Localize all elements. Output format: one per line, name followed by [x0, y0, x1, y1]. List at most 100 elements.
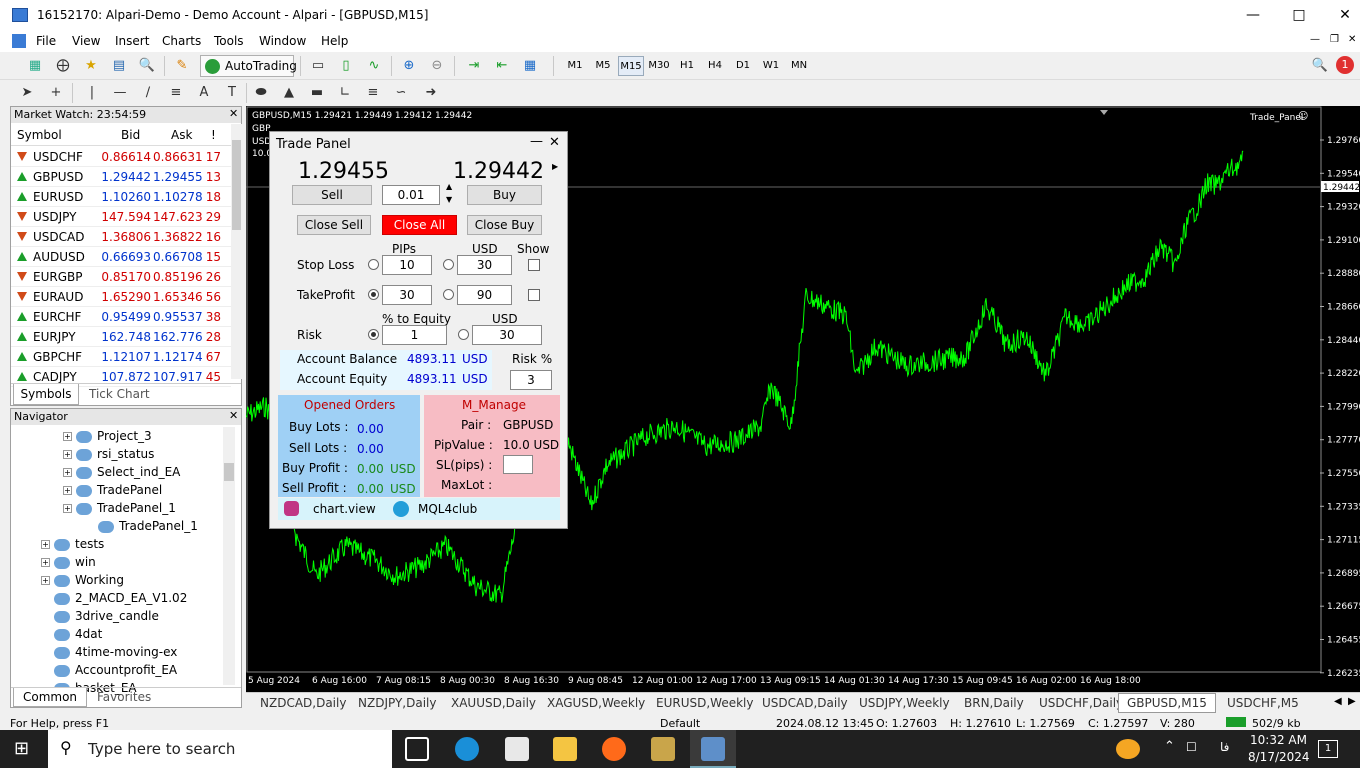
navigator-item[interactable]: TradePanel_1	[85, 517, 198, 535]
sl-show-checkbox[interactable]	[528, 259, 540, 271]
navigator-scrollbar[interactable]	[223, 427, 235, 685]
instagram-link[interactable]: chart.view	[313, 502, 376, 516]
sl-usd-radio[interactable]	[443, 259, 454, 270]
chart-tab[interactable]: USDCHF,M5	[1227, 696, 1299, 710]
tf-d1-button[interactable]: D1	[730, 56, 756, 76]
chart-tab[interactable]: XAGUSD,Weekly	[547, 696, 645, 710]
network-icon[interactable]: ☐	[1186, 740, 1197, 754]
panel-close-icon[interactable]: ✕	[549, 135, 560, 150]
market-watch-row[interactable]: GBPUSD 1.29442 1.29455 13	[11, 167, 231, 187]
chart-tab[interactable]: EURUSD,Weekly	[656, 696, 753, 710]
notification-icon[interactable]: 1	[1336, 56, 1354, 74]
buy-button[interactable]: Buy	[467, 185, 542, 205]
horizontal-line-icon[interactable]: —	[110, 83, 130, 103]
tf-mn-button[interactable]: MN	[786, 56, 812, 76]
channel-icon[interactable]: ≡	[166, 83, 186, 103]
market-watch-row[interactable]: USDCAD 1.36806 1.36822 16	[11, 227, 231, 247]
expand-icon[interactable]: +	[63, 432, 72, 441]
market-watch-row[interactable]: EURUSD 1.10260 1.10278 18	[11, 187, 231, 207]
telegram-icon[interactable]	[393, 501, 409, 517]
expand-icon[interactable]: +	[63, 486, 72, 495]
market-watch-scrollbar[interactable]	[231, 124, 242, 379]
chart-tab[interactable]: USDCAD,Daily	[762, 696, 848, 710]
tab-favorites[interactable]: Favorites	[97, 690, 151, 704]
navigator-item[interactable]: + rsi_status	[63, 445, 154, 463]
crosshair-icon[interactable]: +	[46, 83, 66, 103]
text-icon[interactable]: A	[194, 83, 214, 103]
vertical-line-icon[interactable]: |	[82, 83, 102, 103]
windows-start-icon[interactable]: ⊞	[14, 740, 32, 758]
crosshair-profiles-icon[interactable]: ⨁	[53, 56, 73, 76]
instagram-icon[interactable]	[284, 501, 299, 516]
navigator-item[interactable]: 4dat	[41, 625, 102, 643]
line-chart-icon[interactable]: ∿	[364, 56, 384, 76]
close-button[interactable]: ✕	[1322, 0, 1360, 31]
market-watch-row[interactable]: USDJPY 147.594 147.623 29	[11, 207, 231, 227]
navigator-item[interactable]: Accountprofit_EA	[41, 661, 177, 679]
col-spread[interactable]: !	[211, 128, 216, 142]
menu-help[interactable]: Help	[321, 34, 348, 48]
notification-center-icon[interactable]: 1	[1318, 740, 1338, 758]
tabs-right-arrow-icon[interactable]: ▶	[1348, 696, 1356, 707]
taskbar-search[interactable]: ⚲ Type here to search	[48, 730, 392, 768]
market-watch-row[interactable]: GBPCHF 1.12107 1.12174 67	[11, 347, 231, 367]
menu-window[interactable]: Window	[259, 34, 306, 48]
market-watch-row[interactable]: EURAUD 1.65290 1.65346 56	[11, 287, 231, 307]
col-ask[interactable]: Ask	[171, 128, 192, 142]
menu-insert[interactable]: Insert	[115, 34, 149, 48]
expand-icon[interactable]: +	[41, 576, 50, 585]
sl-pips-radio[interactable]	[368, 259, 379, 270]
edge-icon[interactable]	[455, 737, 479, 761]
navigator-item[interactable]: + Project_3	[63, 427, 152, 445]
gann-icon[interactable]: ∟	[335, 83, 355, 103]
tabs-left-arrow-icon[interactable]: ◀	[1334, 696, 1342, 707]
navigator-item[interactable]: + TradePanel_1	[63, 499, 176, 517]
chart-tab[interactable]: USDJPY,Weekly	[859, 696, 950, 710]
fibonacci-icon[interactable]: ≡	[363, 83, 383, 103]
risk-pct-radio[interactable]	[368, 329, 379, 340]
search-icon[interactable]: 🔍	[1310, 56, 1330, 76]
expand-icon[interactable]: +	[41, 540, 50, 549]
panel-minimize-icon[interactable]: —	[530, 134, 543, 149]
chart-tab[interactable]: NZDCAD,Daily	[260, 696, 346, 710]
navigator-item[interactable]: 4time-moving-ex	[41, 643, 177, 661]
market-watch-row[interactable]: USDCHF 0.86614 0.86631 17	[11, 147, 231, 167]
risk-pct-input[interactable]: 1	[382, 325, 447, 345]
close-buy-button[interactable]: Close Buy	[467, 215, 542, 235]
arrows-icon[interactable]: ➜	[421, 83, 441, 103]
child-restore-icon[interactable]: ❐	[1330, 34, 1339, 45]
explorer-icon[interactable]	[553, 737, 577, 761]
tray-chevron-icon[interactable]: ⌃	[1164, 739, 1175, 754]
sl-usd-input[interactable]: 30	[457, 255, 512, 275]
market-watch-row[interactable]: EURCHF 0.95499 0.95537 38	[11, 307, 231, 327]
lot-up-icon[interactable]: ▲	[446, 182, 452, 191]
tp-show-checkbox[interactable]	[528, 289, 540, 301]
rectangle-icon[interactable]: ▬	[307, 83, 327, 103]
market-watch-close-icon[interactable]: ✕	[229, 107, 238, 120]
navigator-item[interactable]: + Select_ind_EA	[63, 463, 180, 481]
fib-arc-icon[interactable]: ∽	[391, 83, 411, 103]
navigator-item[interactable]: + tests	[41, 535, 104, 553]
weather-icon[interactable]	[1116, 739, 1140, 759]
favorites-icon[interactable]: ★	[81, 56, 101, 76]
tp-usd-radio[interactable]	[443, 289, 454, 300]
firefox-icon[interactable]	[602, 737, 626, 761]
tf-m1-button[interactable]: M1	[562, 56, 588, 76]
menu-view[interactable]: View	[72, 34, 100, 48]
store-icon[interactable]	[505, 737, 529, 761]
zoom-out-icon[interactable]: ⊖	[427, 56, 447, 76]
menu-file[interactable]: File	[36, 34, 56, 48]
chart-tab[interactable]: GBPUSD,M15	[1118, 693, 1216, 713]
tp-pips-radio[interactable]	[368, 289, 379, 300]
navigator-item[interactable]: 3drive_candle	[41, 607, 159, 625]
tp-pips-input[interactable]: 30	[382, 285, 432, 305]
telegram-link[interactable]: MQL4club	[418, 502, 477, 516]
lot-down-icon[interactable]: ▼	[446, 195, 452, 204]
child-minimize-icon[interactable]: —	[1310, 34, 1320, 45]
tf-h4-button[interactable]: H4	[702, 56, 728, 76]
meta-editor-icon[interactable]: ✎	[172, 56, 192, 76]
menu-tools[interactable]: Tools	[214, 34, 244, 48]
clock-date[interactable]: 8/17/2024	[1248, 750, 1310, 764]
auto-scroll-icon[interactable]: ⇥	[464, 56, 484, 76]
chart-tab[interactable]: USDCHF,Daily	[1039, 696, 1123, 710]
